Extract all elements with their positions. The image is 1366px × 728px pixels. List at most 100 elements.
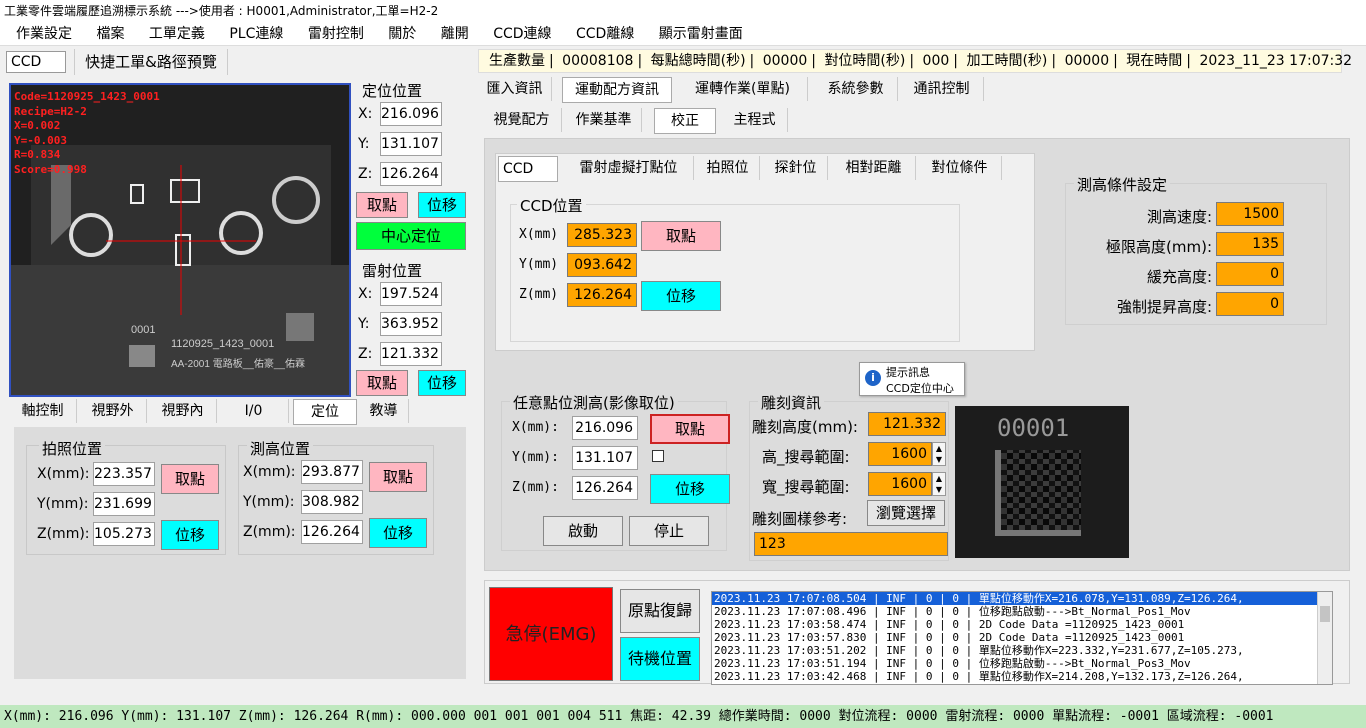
tab-run-single[interactable]: 運轉作業(單點) bbox=[678, 77, 808, 101]
menu-exit[interactable]: 離開 bbox=[431, 22, 479, 46]
log-line[interactable]: 2023.11.23 17:03:51.194 | INF | 0 | 0 | … bbox=[712, 657, 1332, 670]
h-range-spinner[interactable]: ▲ ▼ bbox=[932, 442, 946, 466]
menu-workorder[interactable]: 工單定義 bbox=[139, 22, 215, 46]
log-line[interactable]: 2023.11.23 17:03:51.202 | INF | 0 | 0 | … bbox=[712, 644, 1332, 657]
tab-relative-distance[interactable]: 相對距離 bbox=[832, 156, 916, 180]
measure-x-field[interactable]: 293.877 bbox=[301, 460, 363, 484]
locate-y-field[interactable]: 131.107 bbox=[380, 132, 442, 156]
measure-move-button[interactable]: 位移 bbox=[369, 518, 427, 548]
ccd-z-field[interactable]: 126.264 bbox=[567, 283, 637, 307]
menu-plc[interactable]: PLC連線 bbox=[219, 22, 293, 46]
menu-about[interactable]: 關於 bbox=[378, 22, 426, 46]
log-line-selected[interactable]: 2023.11.23 17:07:08.504 | INF | 0 | 0 | … bbox=[712, 592, 1332, 605]
tab-motion-recipe[interactable]: 運動配方資訊 bbox=[562, 77, 672, 103]
tab-ccd[interactable]: CCD bbox=[498, 156, 558, 182]
speed-field[interactable]: 1500 bbox=[1216, 202, 1284, 226]
camera-overlay: Code=1120925_1423_0001 Recipe=H2-2 X=0.0… bbox=[14, 90, 160, 177]
laser-z-field[interactable]: 121.332 bbox=[380, 342, 442, 366]
pattern-field[interactable]: 123 bbox=[754, 532, 948, 556]
tab-align-condition[interactable]: 對位條件 bbox=[918, 156, 1002, 180]
limit-field[interactable]: 135 bbox=[1216, 232, 1284, 256]
arb-y-field[interactable]: 131.107 bbox=[572, 446, 638, 470]
arb-checkbox[interactable] bbox=[652, 450, 664, 462]
tab-calibrate[interactable]: 校正 bbox=[654, 108, 716, 134]
home-return-button[interactable]: 原點復歸 bbox=[620, 589, 700, 633]
locate-take-button[interactable]: 取點 bbox=[356, 192, 408, 218]
photo-take-button[interactable]: 取點 bbox=[161, 464, 219, 494]
start-button[interactable]: 啟動 bbox=[543, 516, 623, 546]
tab-out-of-view[interactable]: 視野外 bbox=[79, 399, 147, 423]
measure-z-label: Z(mm): bbox=[243, 524, 296, 540]
w-range-field[interactable]: 1600 bbox=[868, 472, 932, 496]
camera-view[interactable]: 0001 1120925_1423_0001 AA-2001 電路板__佑豪__… bbox=[9, 83, 351, 397]
log-line[interactable]: 2023.11.23 17:03:42.468 | INF | 0 | 0 | … bbox=[712, 670, 1332, 683]
laser-move-button[interactable]: 位移 bbox=[418, 370, 466, 396]
scrollbar-thumb[interactable] bbox=[1320, 606, 1330, 622]
photo-move-button[interactable]: 位移 bbox=[161, 520, 219, 550]
buffer-field[interactable]: 0 bbox=[1216, 262, 1284, 286]
locate-group: 定位位置 X: 216.096 Y: 131.107 Z: 126.264 取點… bbox=[354, 80, 470, 260]
tab-laser-virtual[interactable]: 雷射虛擬打點位 bbox=[564, 156, 694, 180]
photo-x-field[interactable]: 223.357 bbox=[93, 462, 155, 486]
h-range-field[interactable]: 1600 bbox=[868, 442, 932, 466]
tab-io[interactable]: I/0 bbox=[219, 399, 289, 423]
locate-x-field[interactable]: 216.096 bbox=[380, 102, 442, 126]
tab-system-params[interactable]: 系統參數 bbox=[814, 77, 898, 101]
quick-preview-button[interactable]: 快捷工單&路徑預覽 bbox=[74, 49, 228, 75]
tab-locate[interactable]: 定位 bbox=[293, 399, 357, 425]
prod-value: 00008108 bbox=[562, 53, 634, 69]
emg-stop-button[interactable]: 急停(EMG) bbox=[489, 587, 613, 681]
menu-file[interactable]: 檔案 bbox=[86, 22, 134, 46]
measure-y-field[interactable]: 308.982 bbox=[301, 490, 363, 514]
tab-photo-pos[interactable]: 拍照位 bbox=[696, 156, 760, 180]
tab-work-reference[interactable]: 作業基準 bbox=[566, 108, 642, 132]
tab-comm-control[interactable]: 通訊控制 bbox=[900, 77, 984, 101]
standby-position-button[interactable]: 待機位置 bbox=[620, 637, 700, 681]
photo-z-field[interactable]: 105.273 bbox=[93, 522, 155, 546]
tab-main-program[interactable]: 主程式 bbox=[722, 108, 788, 132]
tab-axis-control[interactable]: 軸控制 bbox=[9, 399, 77, 423]
center-locate-button[interactable]: 中心定位 bbox=[356, 222, 466, 250]
log-line[interactable]: 2023.11.23 17:07:08.496 | INF | 0 | 0 | … bbox=[712, 605, 1332, 618]
photo-y-field[interactable]: 231.699 bbox=[93, 492, 155, 516]
log-line[interactable]: 2023.11.23 17:03:58.474 | INF | 0 | 0 | … bbox=[712, 618, 1332, 631]
browse-button[interactable]: 瀏覽選擇 bbox=[867, 500, 945, 526]
measure-z-field[interactable]: 126.264 bbox=[301, 520, 363, 544]
log-line[interactable]: 2023.11.23 17:03:57.830 | INF | 0 | 0 | … bbox=[712, 631, 1332, 644]
arb-x-field[interactable]: 216.096 bbox=[572, 416, 638, 440]
arb-z-field[interactable]: 126.264 bbox=[572, 476, 638, 500]
ccd-y-field[interactable]: 093.642 bbox=[567, 253, 637, 277]
force-field[interactable]: 0 bbox=[1216, 292, 1284, 316]
locate-move-button[interactable]: 位移 bbox=[418, 192, 466, 218]
engrave-height-field[interactable]: 121.332 bbox=[868, 412, 946, 436]
tab-import-info[interactable]: 匯入資訊 bbox=[478, 77, 552, 101]
ccd-combo[interactable]: CCD bbox=[6, 51, 66, 73]
tab-teach[interactable]: 教導 bbox=[359, 399, 409, 423]
laser-x-field[interactable]: 197.524 bbox=[380, 282, 442, 306]
proc-time-label: 加工時間(秒) bbox=[966, 53, 1048, 69]
tab-vision-recipe[interactable]: 視覺配方 bbox=[482, 108, 562, 132]
ccd-x-field[interactable]: 285.323 bbox=[567, 223, 637, 247]
measure-take-button[interactable]: 取點 bbox=[369, 462, 427, 492]
menu-show-laser[interactable]: 顯示雷射畫面 bbox=[649, 22, 753, 46]
laser-take-button[interactable]: 取點 bbox=[356, 370, 408, 396]
menu-operation-settings[interactable]: 作業設定 bbox=[6, 22, 82, 46]
stop-button[interactable]: 停止 bbox=[629, 516, 709, 546]
board-label-2: 1120925_1423_0001 bbox=[171, 338, 274, 350]
board-label-3: AA-2001 電路板__佑豪__佑霖 bbox=[171, 357, 305, 370]
menu-ccd-connect[interactable]: CCD連線 bbox=[483, 22, 561, 46]
ccd-take-button[interactable]: 取點 bbox=[641, 221, 721, 251]
inner-tabs: CCD 雷射虛擬打點位 拍照位 探針位 相對距離 對位條件 bbox=[498, 156, 1018, 182]
menu-laser-control[interactable]: 雷射控制 bbox=[298, 22, 374, 46]
arb-take-button[interactable]: 取點 bbox=[650, 414, 730, 444]
locate-z-field[interactable]: 126.264 bbox=[380, 162, 442, 186]
arb-move-button[interactable]: 位移 bbox=[650, 474, 730, 504]
menu-ccd-disconnect[interactable]: CCD離線 bbox=[566, 22, 644, 46]
log-scrollbar[interactable] bbox=[1317, 592, 1332, 684]
tab-in-view[interactable]: 視野內 bbox=[149, 399, 217, 423]
w-range-spinner[interactable]: ▲ ▼ bbox=[932, 472, 946, 496]
log-listbox[interactable]: 2023.11.23 17:07:08.504 | INF | 0 | 0 | … bbox=[711, 591, 1333, 685]
laser-y-field[interactable]: 363.952 bbox=[380, 312, 442, 336]
tab-probe-pos[interactable]: 探針位 bbox=[764, 156, 828, 180]
ccd-move-button[interactable]: 位移 bbox=[641, 281, 721, 311]
